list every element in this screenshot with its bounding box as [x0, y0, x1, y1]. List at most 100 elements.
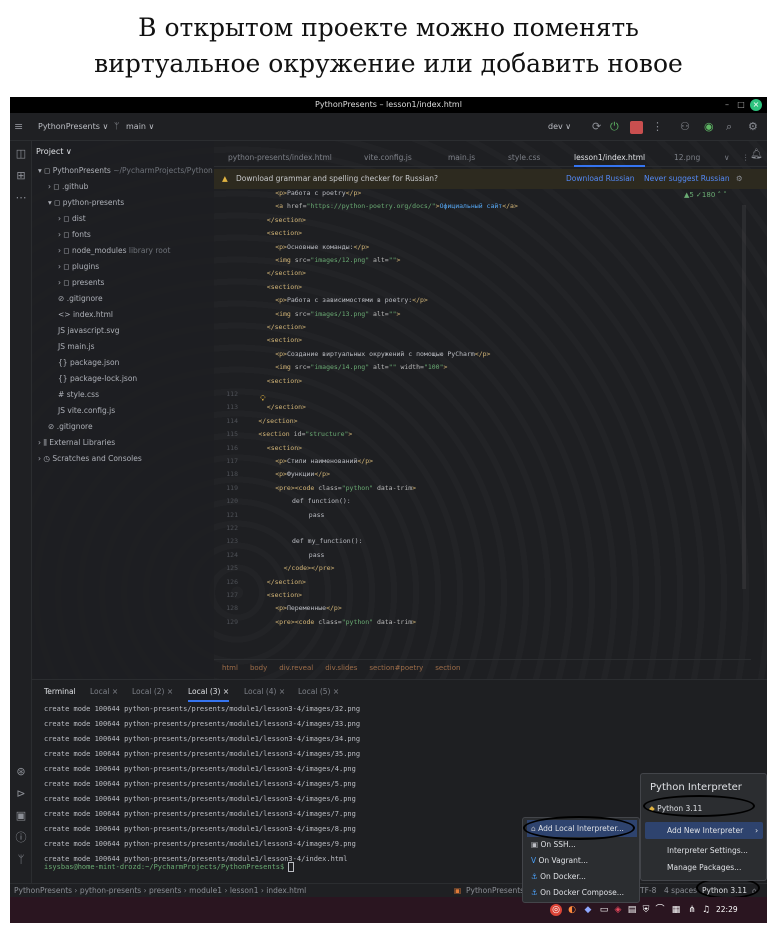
chrome-icon[interactable]: ◎ — [550, 904, 562, 916]
submenu-item[interactable]: ⚓ On Docker Compose... — [531, 884, 624, 901]
settings-gear-icon[interactable]: ⚙ — [748, 113, 758, 141]
branch-selector[interactable]: main ∨ — [126, 113, 154, 141]
code-line[interactable]: <p>Работа с зависимостями в poetry:</p> — [275, 294, 428, 307]
more-actions-icon[interactable]: ⋮ — [652, 113, 663, 141]
tree-item[interactable]: JS vite.config.js — [58, 403, 115, 419]
code-line[interactable]: <section id="structure"> — [258, 428, 352, 441]
breadcrumb-item[interactable]: html — [222, 664, 238, 672]
status-path-item[interactable]: python-presents — [80, 886, 141, 895]
indent-widget[interactable]: 4 spaces — [664, 884, 697, 898]
tabs-dropdown-icon[interactable]: ∨ — [724, 149, 730, 167]
code-editor[interactable]: ▲5 ✓180 ˄ ˅ <p>Работа с poetry</p> <a hre… — [214, 189, 751, 657]
code-line[interactable]: </code></pre> — [284, 562, 335, 575]
terminal-tool-icon[interactable]: ▣ — [12, 807, 30, 825]
python-console-icon[interactable]: ⊛ — [12, 763, 30, 781]
tree-item[interactable]: JS javascript.svg — [58, 323, 119, 339]
code-line[interactable]: <img src="images/14.png" alt="" width="1… — [275, 361, 447, 374]
code-line[interactable]: </section> — [267, 576, 306, 589]
breadcrumb-item[interactable]: section — [435, 664, 460, 672]
more-tools-icon[interactable]: ⋯ — [12, 189, 30, 207]
discord-icon[interactable]: ◆ — [582, 904, 594, 916]
code-line[interactable]: <section> — [267, 334, 302, 347]
code-line[interactable]: <p>Переменные</p> — [275, 602, 342, 615]
download-russian-link[interactable]: Download Russian — [566, 169, 635, 189]
code-line[interactable]: <p>Функции</p> — [275, 468, 330, 481]
tab-vite-config[interactable]: vite.config.js — [364, 149, 412, 167]
code-line[interactable]: </section> — [267, 321, 306, 334]
code-line[interactable]: <section> — [267, 442, 302, 455]
status-path-item[interactable]: PythonPresents — [14, 886, 72, 895]
code-line[interactable]: <a href="https://python-poetry.org/docs/… — [275, 200, 518, 213]
tree-item[interactable]: › ◻ presents — [58, 275, 104, 291]
network-icon[interactable]: ⌒ — [654, 904, 666, 916]
run-icon[interactable]: ⏻ — [610, 113, 619, 141]
tab-style-css[interactable]: style.css — [508, 149, 540, 167]
breadcrumb-item[interactable]: div.reveal — [279, 664, 313, 672]
tree-item[interactable]: <> index.html — [58, 307, 113, 323]
tree-item[interactable]: › ◻ node_modules library root — [58, 243, 170, 259]
structure-tool-icon[interactable]: ⊞ — [12, 167, 30, 185]
services-icon[interactable]: ⊳ — [12, 785, 30, 803]
shield-icon[interactable]: ⛨ — [640, 904, 652, 916]
update-icon[interactable]: ⟳ — [592, 113, 601, 141]
status-path-item[interactable]: module1 — [189, 886, 222, 895]
project-tool-icon[interactable]: ◫ — [12, 145, 30, 163]
code-line[interactable]: pass — [309, 549, 325, 562]
tree-item[interactable]: › ◻ .github — [48, 179, 88, 195]
tree-item[interactable]: JS main.js — [58, 339, 95, 355]
maximize-button[interactable]: □ — [735, 99, 747, 111]
code-line[interactable]: <p>Создание виртуальных окружений с помо… — [275, 348, 490, 361]
ai-assistant-icon[interactable]: ◉ — [704, 113, 714, 141]
tree-item[interactable]: › ◻ plugins — [58, 259, 99, 275]
pycharm-app-icon[interactable]: ◈ — [612, 904, 624, 916]
encoding-widget[interactable]: TF-8 — [640, 884, 656, 898]
tab-12-png[interactable]: 12.png — [674, 149, 700, 167]
terminal-tab-local[interactable]: Local × — [90, 684, 118, 700]
tree-item[interactable]: › ⫼ External Libraries — [38, 435, 115, 451]
terminal-tab-local-5[interactable]: Local (5) × — [298, 684, 339, 700]
status-path-item[interactable]: presents — [149, 886, 181, 895]
plugin-name[interactable]: PythonPresents — [466, 884, 524, 898]
code-line[interactable]: def function(): — [292, 495, 351, 508]
code-line[interactable]: </section> — [258, 415, 297, 428]
project-panel-title[interactable]: Project ∨ — [36, 147, 72, 156]
code-line[interactable]: <p>Работа с poetry</p> — [275, 187, 361, 200]
tab-main-js[interactable]: main.js — [448, 149, 475, 167]
code-line[interactable]: </section> — [267, 401, 306, 414]
problems-icon[interactable]: ⓘ — [12, 829, 30, 847]
firefox-icon[interactable]: ◐ — [566, 904, 578, 916]
notifications-icon[interactable]: 🔔︎ — [750, 149, 763, 160]
terminal-app-icon[interactable]: ▭ — [598, 904, 610, 916]
tree-item[interactable]: › ◷ Scratches and Consoles — [38, 451, 142, 467]
tree-item[interactable]: ▾ ◻ python-presents — [48, 195, 124, 211]
code-line[interactable]: <pre><code class="python" data-trim> — [275, 482, 416, 495]
terminal-prompt[interactable]: isysbas@home-mint-drozd:~/PycharmProject… — [44, 860, 295, 875]
manage-packages-item[interactable]: Manage Packages... — [667, 859, 741, 876]
profile-icon[interactable]: ⚇ — [680, 113, 690, 141]
code-line[interactable]: <section> — [267, 227, 302, 240]
terminal-tab-local-4[interactable]: Local (4) × — [244, 684, 285, 700]
breadcrumb-item[interactable]: div.slides — [325, 664, 357, 672]
clipboard-icon[interactable]: ▤ — [626, 904, 638, 916]
tree-item[interactable]: {} package.json — [58, 355, 119, 371]
submenu-item[interactable]: ⚓ On Docker... — [531, 868, 586, 885]
banner-settings-icon[interactable]: ⚙ — [736, 169, 743, 189]
code-line[interactable]: <p>Основные команды:</p> — [275, 241, 369, 254]
run-config-selector[interactable]: dev ∨ — [548, 113, 571, 141]
code-line[interactable]: <section> — [267, 589, 302, 602]
code-line[interactable]: </section> — [267, 214, 306, 227]
tree-item[interactable]: ⊘ .gitignore — [58, 291, 103, 307]
tree-item[interactable]: {} package-lock.json — [58, 371, 137, 387]
intention-bulb-icon[interactable]: 💡︎ — [260, 394, 266, 404]
tab-lesson1-index[interactable]: lesson1/index.html — [574, 149, 646, 167]
code-line[interactable]: </section> — [267, 267, 306, 280]
volume-icon[interactable]: ♫ — [700, 904, 712, 916]
minimize-button[interactable]: – — [721, 99, 733, 111]
search-icon[interactable]: ⌕ — [726, 113, 732, 141]
tabs-more-icon[interactable]: ⋮ — [742, 149, 750, 167]
git-tool-icon[interactable]: ᛘ — [12, 851, 30, 869]
tab-python-presents-index[interactable]: python-presents/index.html — [228, 149, 332, 167]
submenu-item[interactable]: V On Vagrant... — [531, 852, 588, 869]
interpreter-settings-item[interactable]: Interpreter Settings... — [667, 842, 748, 859]
terminal-tab-local-2[interactable]: Local (2) × — [132, 684, 173, 700]
